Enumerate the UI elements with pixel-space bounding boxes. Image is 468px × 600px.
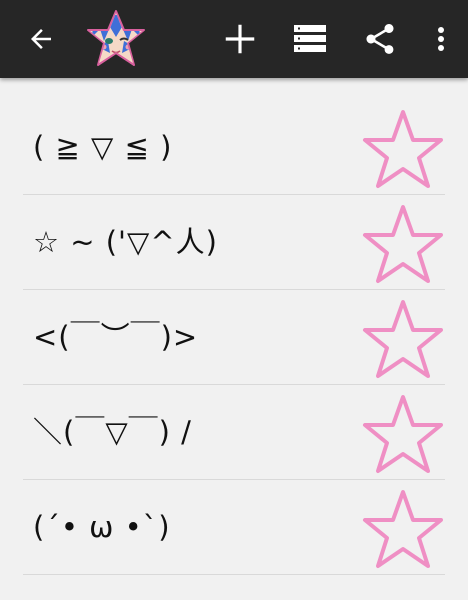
share-button[interactable]: [352, 0, 408, 78]
emoticon-text[interactable]: ＼(￣▽￣) /: [33, 385, 192, 479]
emoticon-text[interactable]: <(￣︶￣)>: [33, 290, 198, 384]
add-button[interactable]: [212, 0, 268, 78]
emoticon-row[interactable]: ( ≧ ▽ ≦ ): [23, 100, 445, 195]
emoticon-row[interactable]: ☆ ~ ('▽^人): [23, 195, 445, 290]
star-outline-icon: [363, 205, 443, 283]
star-outline-icon: [363, 395, 443, 473]
emoticon-text[interactable]: ( ≧ ▽ ≦ ): [33, 100, 172, 194]
emoticon-text[interactable]: ☆ ~ ('▽^人): [33, 195, 218, 289]
star-outline-icon: [363, 490, 443, 568]
emoticon-row[interactable]: ＼(￣▽￣) /: [23, 385, 445, 480]
star-outline-icon: [363, 300, 443, 378]
favorite-button[interactable]: [361, 393, 445, 477]
share-icon: [366, 24, 394, 54]
star-avatar-logo: [87, 10, 145, 66]
app-logo: [80, 0, 152, 78]
list-button[interactable]: [282, 0, 338, 78]
more-options-button[interactable]: [418, 0, 464, 78]
more-vert-icon: [438, 27, 444, 51]
emoticon-list: ( ≧ ▽ ≦ ) ☆ ~ ('▽^人) <(￣︶￣)> ＼(￣▽￣) / (´…: [0, 78, 468, 575]
emoticon-row[interactable]: (´• ω •`): [23, 480, 445, 575]
favorite-button[interactable]: [361, 203, 445, 287]
favorite-button[interactable]: [361, 108, 445, 192]
favorite-button[interactable]: [361, 298, 445, 382]
star-outline-icon: [363, 110, 443, 188]
arrow-back-icon: [31, 29, 51, 49]
back-button[interactable]: [14, 0, 68, 78]
favorite-button[interactable]: [361, 488, 445, 572]
app-toolbar: [0, 0, 468, 78]
emoticon-text[interactable]: (´• ω •`): [33, 480, 171, 574]
emoticon-row[interactable]: <(￣︶￣)>: [23, 290, 445, 385]
plus-icon: [225, 24, 255, 54]
list-icon: [294, 25, 326, 52]
